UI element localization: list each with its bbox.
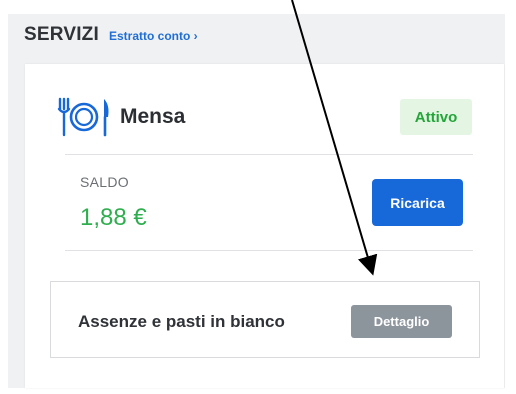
detail-button[interactable]: Dettaglio (351, 305, 452, 338)
recharge-button[interactable]: Ricarica (372, 179, 463, 226)
status-badge: Attivo (400, 99, 472, 135)
service-name: Mensa (120, 105, 186, 128)
balance-value: 1,88 € (80, 204, 147, 231)
balance-label: SALDO (80, 174, 129, 190)
divider (65, 250, 473, 251)
cutlery-icon (57, 97, 109, 137)
services-header: SERVIZI Estratto conto › (24, 24, 198, 46)
section-title: SERVIZI (24, 24, 99, 45)
divider (65, 154, 473, 155)
absences-box: Assenze e pasti in bianco Dettaglio (50, 281, 480, 358)
absences-label: Assenze e pasti in bianco (78, 312, 285, 331)
account-statement-link[interactable]: Estratto conto › (109, 29, 198, 43)
